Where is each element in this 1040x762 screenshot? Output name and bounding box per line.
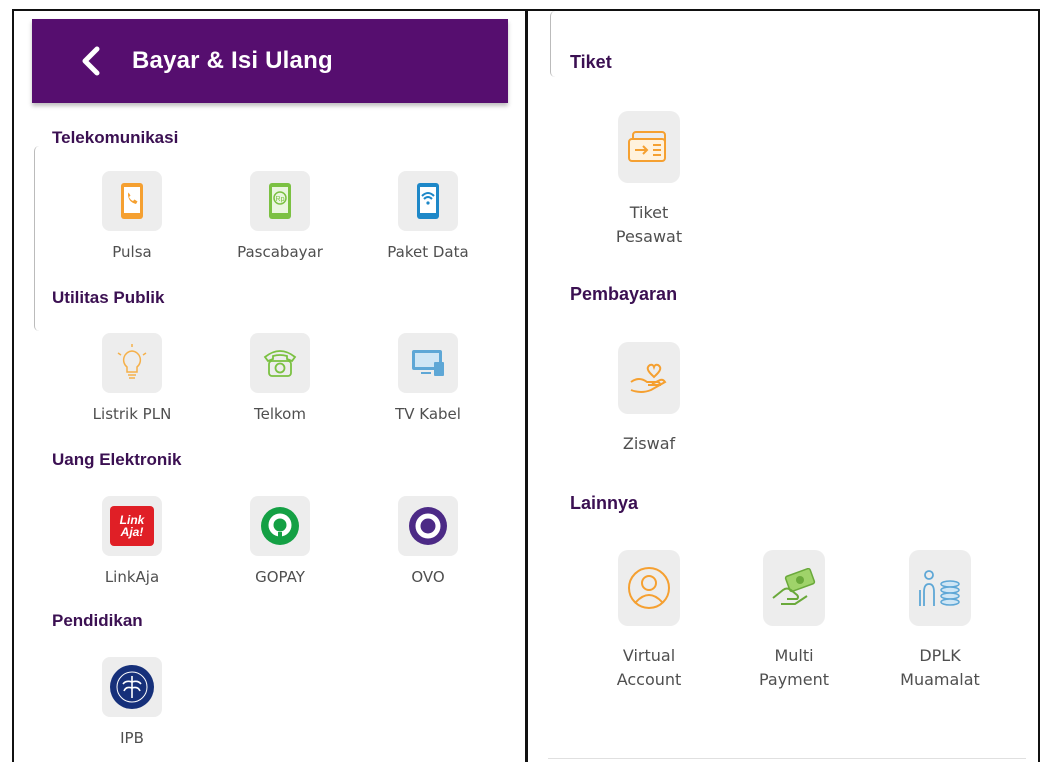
service-label-line: Multi: [774, 646, 814, 665]
section-title-tiket: Tiket: [570, 52, 612, 72]
icon-tile: [618, 111, 680, 183]
service-label: Listrik PLN: [92, 405, 172, 423]
service-listrik-pln[interactable]: Listrik PLN: [62, 333, 202, 425]
service-tv-kabel[interactable]: TV Kabel: [358, 333, 498, 425]
icon-tile: Rp: [250, 171, 310, 231]
right-screen: Tiket Tiket Pesawat Pembayaran Ziswaf La…: [528, 9, 1040, 762]
service-label: Multi Payment: [724, 644, 864, 692]
app-bar: Bayar & Isi Ulang: [32, 19, 508, 103]
linkaja-logo-text: Aja!: [120, 525, 144, 539]
service-paket-data[interactable]: Paket Data: [358, 171, 498, 263]
chevron-left-icon: [82, 46, 100, 76]
service-label-line: Pesawat: [615, 227, 683, 246]
icon-tile: [250, 333, 310, 393]
icon-tile: [398, 171, 458, 231]
ovo-logo-icon: [409, 507, 447, 545]
service-label: Virtual Account: [579, 644, 719, 692]
user-account-icon: [628, 567, 670, 609]
back-button[interactable]: [76, 46, 106, 76]
service-label: Telkom: [254, 405, 306, 423]
service-gopay[interactable]: GOPAY: [210, 496, 350, 588]
icon-tile: [618, 550, 680, 626]
section-title-utilitas-publik: Utilitas Publik: [52, 288, 165, 307]
service-label: DPLK Muamalat: [870, 644, 1010, 692]
service-label: IPB: [120, 729, 144, 747]
service-label-line: Account: [616, 670, 682, 689]
icon-tile: [250, 496, 310, 556]
service-label: Tiket Pesawat: [579, 201, 719, 249]
plane-ticket-icon: [628, 131, 666, 162]
icon-tile: [763, 550, 825, 626]
service-label: GOPAY: [255, 568, 305, 586]
service-ziswaf[interactable]: Ziswaf: [579, 342, 719, 456]
service-ipb[interactable]: IPB: [62, 657, 202, 749]
money-hand-icon: [772, 568, 816, 605]
svg-text:Rp: Rp: [276, 196, 285, 203]
scroll-indicator: [550, 11, 555, 77]
service-label: Pulsa: [112, 243, 152, 261]
linkaja-logo-icon: Link Aja!: [110, 506, 154, 546]
service-label-line: Ziswaf: [622, 434, 676, 453]
service-label: LinkAja: [104, 568, 160, 586]
service-label-line: Tiket: [629, 203, 669, 222]
service-label-line: Virtual: [622, 646, 676, 665]
ipb-seal-icon: [110, 665, 154, 709]
service-ovo[interactable]: OVO: [358, 496, 498, 588]
icon-tile: [398, 333, 458, 393]
section-title-telekomunikasi: Telekomunikasi: [52, 128, 179, 147]
icon-tile: [909, 550, 971, 626]
icon-tile: [102, 657, 162, 717]
service-linkaja[interactable]: Link Aja! LinkAja: [62, 496, 202, 588]
icon-tile: [618, 342, 680, 414]
service-label: Paket Data: [387, 243, 469, 261]
service-label: OVO: [411, 568, 445, 586]
service-tiket-pesawat[interactable]: Tiket Pesawat: [579, 111, 719, 249]
service-pulsa[interactable]: Pulsa: [62, 171, 202, 263]
icon-tile: Link Aja!: [102, 496, 162, 556]
service-label: Ziswaf: [579, 432, 719, 456]
section-title-lainnya: Lainnya: [570, 493, 639, 513]
icon-tile: [102, 171, 162, 231]
section-title-pendidikan: Pendidikan: [52, 611, 143, 630]
gopay-logo-icon: [261, 507, 299, 545]
telephone-icon: [263, 350, 297, 377]
service-label-line: Muamalat: [900, 670, 980, 689]
service-label: TV Kabel: [395, 405, 461, 423]
section-title-pembayaran: Pembayaran: [570, 284, 678, 304]
wifi-phone-icon: [417, 183, 439, 219]
tv-icon: [412, 350, 444, 376]
left-screen: Bayar & Isi Ulang Telekomunikasi Pulsa R…: [12, 9, 528, 762]
pension-coins-icon: [919, 570, 960, 606]
service-virtual-account[interactable]: Virtual Account: [579, 550, 719, 692]
service-label-line: Payment: [758, 670, 830, 689]
scroll-indicator: [34, 146, 39, 331]
service-label-line: DPLK: [919, 646, 961, 665]
service-multi-payment[interactable]: Multi Payment: [724, 550, 864, 692]
service-telkom[interactable]: Telkom: [210, 333, 350, 425]
divider: [548, 758, 1026, 759]
service-pascabayar[interactable]: Rp Pascabayar: [210, 171, 350, 263]
lightbulb-icon: [117, 344, 147, 379]
icon-tile: [398, 496, 458, 556]
phone-icon: [121, 183, 143, 219]
icon-tile: [102, 333, 162, 393]
service-label: Pascabayar: [237, 243, 323, 261]
postpaid-phone-icon: Rp: [269, 183, 291, 219]
charity-hand-icon: [630, 363, 667, 393]
service-dplk-muamalat[interactable]: DPLK Muamalat: [870, 550, 1010, 692]
section-title-uang-elektronik: Uang Elektronik: [52, 450, 182, 469]
page-title: Bayar & Isi Ulang: [132, 47, 333, 74]
